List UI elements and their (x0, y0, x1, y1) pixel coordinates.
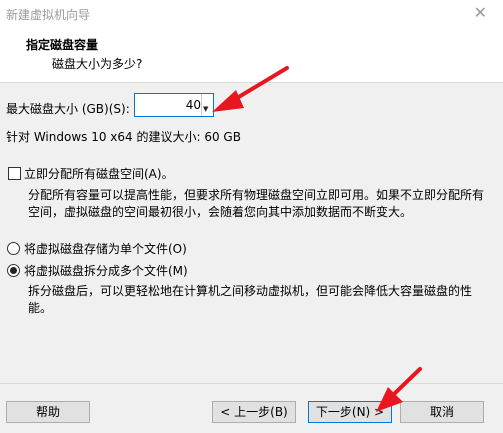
title-bar: 新建虚拟机向导 ✕ (0, 0, 503, 28)
wizard-header: 指定磁盘容量 磁盘大小为多少? (0, 28, 503, 83)
disk-size-spinner[interactable]: 40 ▼ (134, 93, 214, 117)
help-button[interactable]: 帮助 (6, 401, 90, 423)
allocate-description: 分配所有容量可以提高性能，但要求所有物理磁盘空间立即可用。如果不立即分配所有空间… (28, 188, 485, 219)
split-files-radio[interactable] (7, 264, 20, 277)
wizard-body: 最大磁盘大小 (GB)(S): 40 ▼ 针对 Windows 10 x64 的… (0, 83, 503, 383)
back-button[interactable]: < 上一步(B) (212, 401, 296, 423)
next-button[interactable]: 下一步(N) > (308, 401, 392, 423)
split-files-label[interactable]: 将虚拟磁盘拆分成多个文件(M) (24, 262, 188, 279)
disk-size-value[interactable]: 40 (186, 98, 201, 112)
spinner-arrows[interactable]: ▼ (201, 94, 213, 116)
disk-size-label: 最大磁盘大小 (GB)(S): (6, 102, 130, 116)
recommended-size-text: 针对 Windows 10 x64 的建议大小: 60 GB (6, 130, 241, 144)
cancel-button[interactable]: 取消 (400, 401, 484, 423)
page-subtitle: 磁盘大小为多少? (52, 57, 143, 71)
allocate-now-label[interactable]: 立即分配所有磁盘空间(A)。 (24, 165, 174, 182)
split-description: 拆分磁盘后，可以更轻松地在计算机之间移动虚拟机，但可能会降低大容量磁盘的性能。 (28, 284, 473, 315)
window-title: 新建虚拟机向导 (6, 8, 91, 22)
close-icon[interactable]: ✕ (474, 3, 487, 22)
page-title: 指定磁盘容量 (26, 38, 99, 52)
single-file-label[interactable]: 将虚拟磁盘存储为单个文件(O) (24, 240, 187, 257)
single-file-radio[interactable] (7, 242, 20, 255)
chevron-down-icon[interactable]: ▼ (203, 105, 208, 113)
allocate-now-checkbox[interactable] (8, 167, 21, 180)
button-bar: 帮助 < 上一步(B) 下一步(N) > 取消 (0, 383, 503, 433)
